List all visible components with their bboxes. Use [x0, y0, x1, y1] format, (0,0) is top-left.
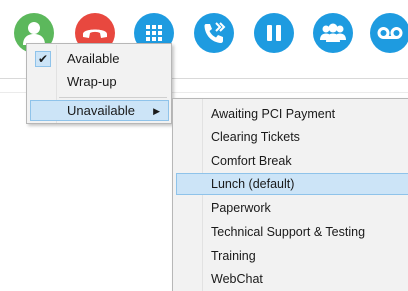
menu-item-unavailable[interactable]: Unavailable ▶	[30, 100, 169, 121]
submenu-item-comfort-break[interactable]: Comfort Break	[176, 150, 408, 172]
menu-item-label: Lunch (default)	[211, 177, 295, 191]
menu-item-label: Available	[67, 51, 120, 66]
submenu-item-lunch-default[interactable]: Lunch (default)	[176, 173, 408, 195]
menu-item-label: Unavailable	[67, 103, 135, 118]
unavailable-submenu: Awaiting PCI Payment Clearing Tickets Co…	[172, 98, 408, 291]
submenu-item-awaiting-pci-payment[interactable]: Awaiting PCI Payment	[176, 103, 408, 125]
checkmark-icon: ✔	[35, 51, 51, 67]
hold-button[interactable]	[254, 13, 294, 53]
conference-icon	[320, 23, 346, 42]
transfer-call-icon	[204, 22, 226, 43]
submenu-item-webchat[interactable]: WebChat	[176, 268, 408, 290]
conference-button[interactable]	[313, 13, 353, 53]
menu-item-label: Technical Support & Testing	[211, 225, 366, 239]
transfer-call-button[interactable]	[194, 13, 234, 53]
submenu-item-paperwork[interactable]: Paperwork	[176, 197, 408, 219]
menu-item-label: Training	[211, 249, 256, 263]
submenu-item-training[interactable]: Training	[176, 245, 408, 267]
menu-item-wrap-up[interactable]: Wrap-up	[29, 71, 169, 93]
menu-item-label: Awaiting PCI Payment	[211, 107, 336, 121]
menu-item-label: Wrap-up	[67, 74, 117, 89]
menu-separator	[59, 97, 167, 98]
voicemail-button[interactable]	[370, 13, 408, 53]
menu-item-available[interactable]: ✔ Available	[29, 48, 169, 70]
menu-item-label: Paperwork	[211, 201, 271, 215]
submenu-arrow-icon: ▶	[153, 106, 160, 116]
dialpad-icon	[146, 25, 162, 41]
menu-item-label: WebChat	[211, 272, 263, 286]
hangup-phone-icon	[83, 29, 107, 38]
voicemail-icon	[377, 27, 403, 39]
submenu-item-clearing-tickets[interactable]: Clearing Tickets	[176, 126, 408, 148]
menu-item-label: Comfort Break	[211, 154, 292, 168]
status-menu: ✔ Available Wrap-up Unavailable ▶	[26, 43, 172, 124]
menu-item-label: Clearing Tickets	[211, 130, 300, 144]
submenu-item-technical-support-testing[interactable]: Technical Support & Testing	[176, 221, 408, 243]
pause-icon	[267, 25, 281, 41]
